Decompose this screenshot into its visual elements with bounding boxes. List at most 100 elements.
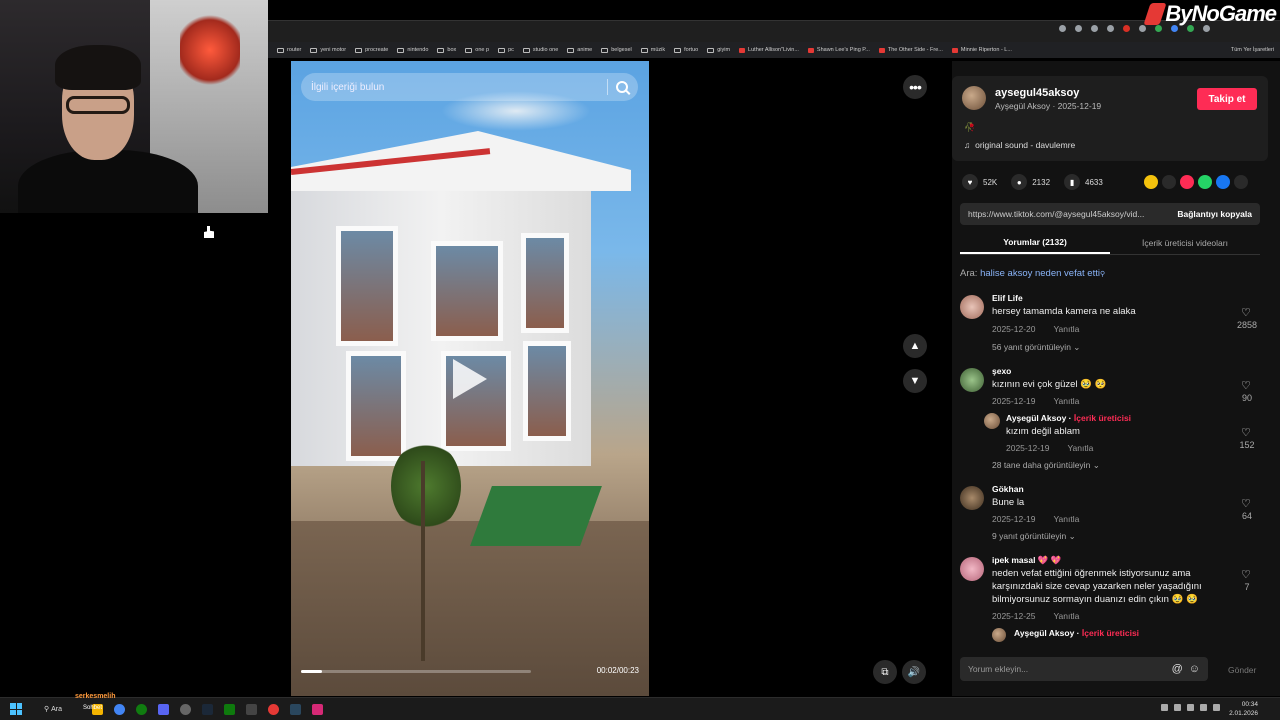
- reply-link[interactable]: Yanıtla: [1053, 396, 1079, 406]
- all-bookmarks[interactable]: Tüm Yer İşaretleri: [1231, 47, 1274, 53]
- heart-outline-icon[interactable]: [1241, 568, 1252, 581]
- bookmark-item[interactable]: fortuo: [674, 47, 698, 53]
- reply-link[interactable]: Yanıtla: [1067, 443, 1093, 453]
- commenter-name[interactable]: Gökhan: [992, 484, 1024, 494]
- send-icon[interactable]: [1180, 175, 1194, 189]
- video-progress-bar[interactable]: [301, 670, 531, 673]
- volume-icon[interactable]: 🔊: [902, 660, 926, 684]
- bookmark-item[interactable]: pc: [498, 47, 514, 53]
- reply-avatar[interactable]: [992, 628, 1006, 642]
- bookmark-item[interactable]: procreate: [355, 47, 388, 53]
- commenter-avatar[interactable]: [960, 486, 984, 510]
- author-avatar[interactable]: [962, 86, 986, 110]
- comment-like[interactable]: 7: [1232, 568, 1262, 592]
- bookmark-item[interactable]: Shawn Lee's Ping P...: [807, 47, 870, 53]
- volume-icon[interactable]: [1213, 704, 1220, 711]
- wifi-icon[interactable]: [1200, 704, 1207, 711]
- taskbar-search[interactable]: ⚲ Ara: [44, 705, 62, 714]
- related-search-box[interactable]: İlgili içeriği bulun: [301, 73, 638, 101]
- video-url[interactable]: https://www.tiktok.com/@aysegul45aksoy/v…: [968, 209, 1177, 219]
- like-stat[interactable]: ♥ 52K: [962, 174, 997, 190]
- sound-link[interactable]: ♫ original sound - davulemre: [964, 140, 1075, 150]
- bookmark-item[interactable]: belgesel: [601, 47, 632, 53]
- comment-like[interactable]: 2858: [1232, 306, 1262, 330]
- tray-icon[interactable]: [1161, 704, 1168, 711]
- embed-icon[interactable]: [1162, 175, 1176, 189]
- steam-icon[interactable]: [201, 703, 213, 715]
- bookmark-item[interactable]: Minnie Riperton - L...: [951, 47, 1012, 53]
- tab-comments[interactable]: Yorumlar (2132): [960, 231, 1110, 254]
- discord-icon[interactable]: [157, 703, 169, 715]
- related-search-input[interactable]: İlgili içeriği bulun: [311, 82, 607, 93]
- search-suggestion-query[interactable]: halise aksoy neden vefat etti: [980, 268, 1100, 279]
- commenter-name[interactable]: şexo: [992, 366, 1011, 376]
- commenter-avatar[interactable]: [960, 295, 984, 319]
- previous-video-icon[interactable]: ▲: [903, 334, 927, 358]
- extension-icon[interactable]: [1059, 25, 1066, 32]
- reply-author[interactable]: Ayşegül Aksoy · İçerik üreticisi: [1014, 628, 1139, 638]
- tab-creator-videos[interactable]: İçerik üreticisi videoları: [1110, 231, 1260, 254]
- commenter-avatar[interactable]: [960, 368, 984, 392]
- heart-outline-icon[interactable]: [1241, 497, 1252, 510]
- search-icon[interactable]: [616, 81, 628, 93]
- bookmark-item[interactable]: one p: [465, 47, 489, 53]
- bookmark-item[interactable]: giyim: [707, 47, 730, 53]
- send-button[interactable]: Gönder: [1228, 665, 1256, 675]
- windows-start-icon[interactable]: [10, 703, 22, 715]
- bookmark-item[interactable]: yeni motor: [310, 47, 346, 53]
- star-icon[interactable]: [1107, 25, 1114, 32]
- copy-link-button[interactable]: Bağlantıyı kopyala: [1177, 209, 1252, 219]
- heart-icon[interactable]: ♥: [962, 174, 978, 190]
- app-icon[interactable]: [179, 703, 191, 715]
- reply-author[interactable]: Ayşegül Aksoy · İçerik üreticisi: [1006, 413, 1131, 423]
- emoji-icon[interactable]: ☺: [1189, 663, 1200, 675]
- tray-icon[interactable]: [1187, 704, 1194, 711]
- reply-avatar[interactable]: [984, 413, 1000, 429]
- next-video-icon[interactable]: ▼: [903, 369, 927, 393]
- heart-outline-icon[interactable]: [1241, 306, 1252, 319]
- reply-like[interactable]: 152: [1232, 426, 1262, 450]
- whatsapp-icon[interactable]: [223, 703, 235, 715]
- app-icon[interactable]: [245, 703, 257, 715]
- xbox-icon[interactable]: [135, 703, 147, 715]
- share-page-icon[interactable]: [1091, 25, 1098, 32]
- save-stat[interactable]: ▮ 4633: [1064, 174, 1103, 190]
- bookmark-item[interactable]: müzik: [640, 47, 665, 53]
- comment-like[interactable]: 64: [1232, 497, 1262, 521]
- commenter-avatar[interactable]: [960, 557, 984, 581]
- commenter-name[interactable]: ipek masal 💖 💖: [992, 555, 1061, 566]
- mention-icon[interactable]: @: [1172, 663, 1183, 675]
- share-friends-icon[interactable]: [1144, 175, 1158, 189]
- bookmark-item[interactable]: anime: [567, 47, 592, 53]
- comment-input-placeholder[interactable]: Yorum ekleyin...: [968, 664, 1166, 674]
- view-more-replies-link[interactable]: 28 tane daha görüntüleyin ⌄: [992, 460, 1100, 471]
- commenter-name[interactable]: Elif Life: [992, 293, 1023, 303]
- bookmark-item[interactable]: studio one: [522, 47, 558, 53]
- taskbar-clock[interactable]: 00:34 2.01.2026: [1229, 700, 1258, 718]
- view-replies-link[interactable]: 56 yanıt görüntüleyin ⌄: [992, 342, 1080, 353]
- zoom-icon[interactable]: [1075, 25, 1082, 32]
- bookmark-item[interactable]: Luther Allison"Livin...: [739, 47, 799, 53]
- comment-icon[interactable]: ●: [1011, 174, 1028, 190]
- share-arrow-icon[interactable]: [1234, 175, 1248, 189]
- app-icon[interactable]: [267, 703, 279, 715]
- chrome-icon[interactable]: [113, 703, 125, 715]
- facebook-icon[interactable]: [1216, 175, 1230, 189]
- more-options-icon[interactable]: •••: [903, 75, 927, 99]
- comment-like[interactable]: 90: [1232, 379, 1262, 403]
- instagram-icon[interactable]: [311, 703, 323, 715]
- view-replies-link[interactable]: 9 yanıt görüntüleyin ⌄: [992, 531, 1076, 542]
- follow-button[interactable]: Takip et: [1197, 88, 1257, 110]
- comment-input[interactable]: Yorum ekleyin... @ ☺: [960, 657, 1208, 681]
- author-username[interactable]: aysegul45aksoy: [995, 87, 1079, 99]
- tray-icon[interactable]: [1174, 704, 1181, 711]
- extension-icon[interactable]: [1139, 25, 1146, 32]
- reply-link[interactable]: Yanıtla: [1053, 611, 1079, 621]
- bookmark-item[interactable]: The Other Side - Fre...: [878, 47, 943, 53]
- whatsapp-icon[interactable]: [1198, 175, 1212, 189]
- play-icon[interactable]: [453, 359, 487, 399]
- bookmark-icon[interactable]: ▮: [1064, 174, 1081, 190]
- bookmark-item[interactable]: box: [437, 47, 456, 53]
- steam-icon[interactable]: [289, 703, 301, 715]
- mini-player-icon[interactable]: ⧉: [873, 660, 897, 684]
